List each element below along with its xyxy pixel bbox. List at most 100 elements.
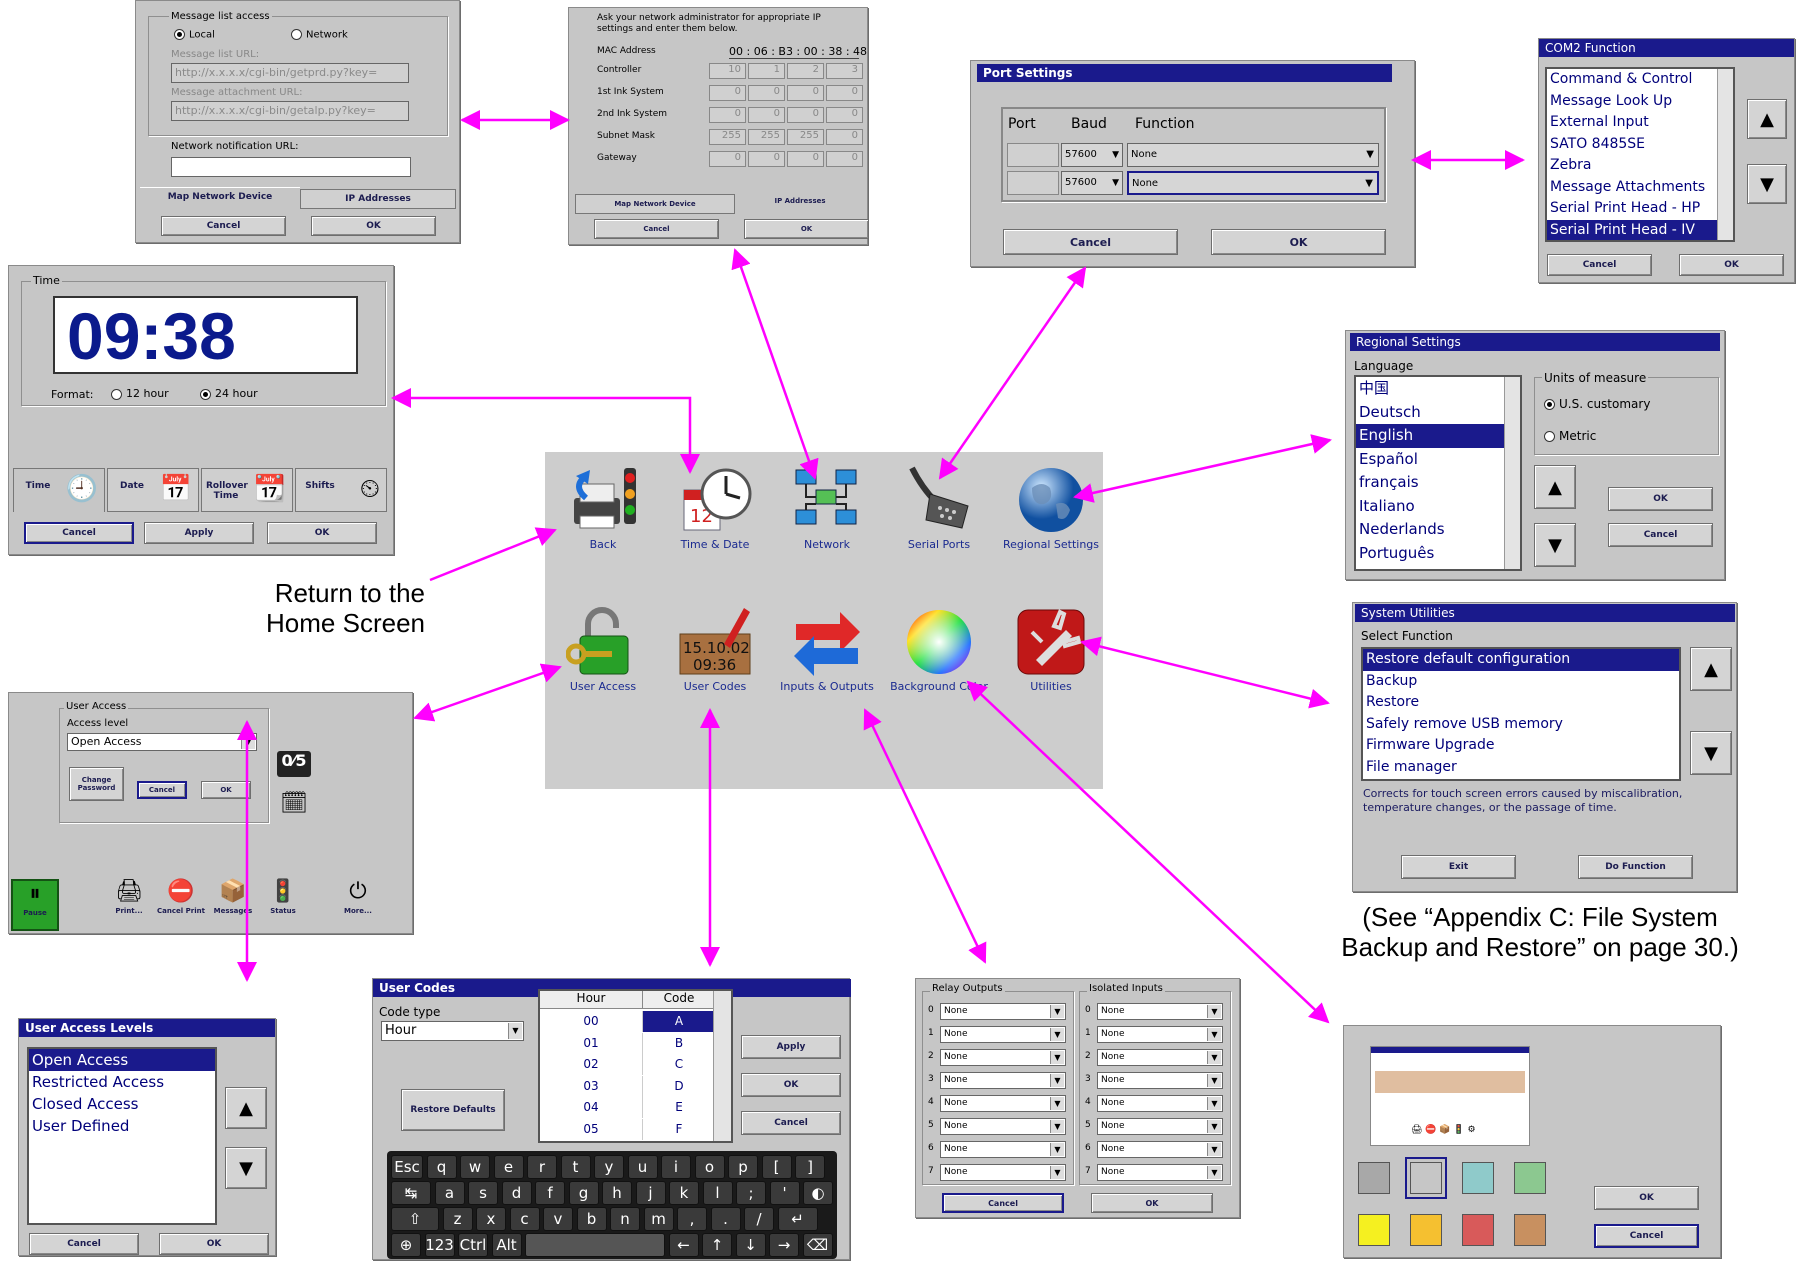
isolated-input-select[interactable]: None ▼ bbox=[1097, 1141, 1223, 1158]
keyboard-key[interactable]: c bbox=[509, 1207, 540, 1231]
list-item[interactable]: Español bbox=[1356, 448, 1520, 472]
color-swatch[interactable] bbox=[1462, 1162, 1494, 1194]
keyboard-key[interactable]: k bbox=[669, 1181, 699, 1205]
list-item[interactable]: Restricted Access bbox=[29, 1071, 215, 1093]
keyboard-key[interactable]: ⊕ bbox=[391, 1233, 421, 1257]
bgcolor-ok-button[interactable]: OK bbox=[1594, 1186, 1699, 1210]
color-swatch[interactable] bbox=[1358, 1214, 1390, 1246]
keyboard-key[interactable]: w bbox=[460, 1155, 490, 1179]
keyboard-key[interactable]: s bbox=[468, 1181, 498, 1205]
code-cell[interactable]: D bbox=[643, 1076, 715, 1097]
list-item[interactable]: Safely remove USB memory bbox=[1363, 714, 1679, 736]
port-cancel-button[interactable]: Cancel bbox=[1003, 229, 1178, 255]
tab-ip-addresses[interactable]: IP Addresses bbox=[300, 189, 456, 209]
relay-output-select[interactable]: None ▼ bbox=[940, 1164, 1066, 1181]
list-item[interactable]: Message Attachments bbox=[1547, 177, 1733, 199]
keyboard-key[interactable]: r bbox=[527, 1155, 557, 1179]
keyboard-key[interactable]: p bbox=[728, 1155, 758, 1179]
tab-map-network-device-ip[interactable]: Map Network Device bbox=[575, 194, 735, 214]
color-swatch[interactable] bbox=[1514, 1162, 1546, 1194]
list-item[interactable]: Command & Control bbox=[1547, 69, 1733, 91]
home-back-button[interactable]: Back bbox=[553, 464, 653, 551]
message-attachment-url-field[interactable]: http://x.x.x.x/cgi-bin/getalp.py?key= bbox=[171, 101, 409, 121]
color-swatch[interactable] bbox=[1410, 1214, 1442, 1246]
list-item[interactable]: Restore default configuration bbox=[1363, 649, 1679, 671]
ip-octet-field[interactable]: 10 bbox=[709, 63, 746, 79]
tab-ip-addresses-ip[interactable]: IP Addresses bbox=[735, 192, 865, 210]
keyboard-key[interactable]: g bbox=[568, 1181, 599, 1205]
list-item[interactable]: Serial Print Head - HP bbox=[1547, 198, 1733, 220]
keyboard-key[interactable]: d bbox=[501, 1181, 532, 1205]
tab-time[interactable]: Time 🕘 bbox=[13, 468, 105, 512]
code-cell[interactable]: B bbox=[643, 1033, 715, 1054]
toolbar-more-button[interactable]: ⏻ More... bbox=[334, 879, 382, 931]
com2-list[interactable]: Command & Control Message Look Up External… bbox=[1545, 67, 1735, 242]
com2-scrollbar[interactable] bbox=[1717, 69, 1733, 240]
regional-ok-button[interactable]: OK bbox=[1608, 487, 1713, 511]
toolbar-print-button[interactable]: 🖨 Print... bbox=[105, 879, 153, 931]
keyboard-key[interactable]: ⌫ bbox=[802, 1233, 833, 1257]
com2-up-button[interactable]: ▲ bbox=[1747, 99, 1787, 139]
toolbar-status-button[interactable]: 🚦 Status bbox=[259, 879, 307, 931]
code-cell[interactable]: C bbox=[643, 1054, 715, 1075]
levels-list[interactable]: Open Access Restricted Access Closed Acces… bbox=[27, 1047, 217, 1225]
local-radio[interactable]: Local bbox=[174, 29, 215, 41]
us-customary-radio[interactable]: U.S. customary bbox=[1544, 397, 1650, 411]
tab-map-network-device[interactable]: Map Network Device bbox=[140, 187, 300, 205]
keyboard-key[interactable] bbox=[525, 1233, 665, 1257]
ip-cancel-button[interactable]: Cancel bbox=[594, 219, 719, 239]
function-select[interactable]: None ▼ bbox=[1127, 143, 1379, 167]
color-swatch[interactable] bbox=[1358, 1162, 1390, 1194]
ip-octet-field[interactable]: 0 bbox=[787, 151, 824, 167]
io-ok-button[interactable]: OK bbox=[1091, 1193, 1213, 1213]
keyboard-key[interactable]: Alt bbox=[491, 1233, 522, 1257]
com2-down-button[interactable]: ▼ bbox=[1747, 164, 1787, 204]
keyboard-key[interactable]: q bbox=[426, 1155, 457, 1179]
home-color-wheel-button[interactable]: Background Color bbox=[889, 606, 989, 693]
keyboard-key[interactable]: ◐ bbox=[803, 1181, 833, 1205]
list-item[interactable]: français bbox=[1356, 471, 1520, 495]
language-list[interactable]: 中国 Deutsch English Español français Italiano N… bbox=[1354, 375, 1522, 571]
isolated-input-select[interactable]: None ▼ bbox=[1097, 1026, 1223, 1043]
list-item[interactable]: Backup bbox=[1363, 671, 1679, 693]
user-codes-cancel-button[interactable]: Cancel bbox=[741, 1111, 841, 1135]
relay-output-select[interactable]: None ▼ bbox=[940, 1118, 1066, 1135]
keyboard-key[interactable]: ] bbox=[795, 1155, 825, 1179]
ip-ok-button[interactable]: OK bbox=[744, 219, 869, 239]
ip-octet-field[interactable]: 0 bbox=[826, 85, 863, 101]
home-network-button[interactable]: Network bbox=[777, 464, 877, 551]
relay-output-select[interactable]: None ▼ bbox=[940, 1003, 1066, 1020]
hour-cell[interactable]: 02 bbox=[540, 1054, 643, 1075]
com2-cancel-button[interactable]: Cancel bbox=[1547, 254, 1652, 276]
codes-scrollbar[interactable] bbox=[713, 991, 731, 1141]
ip-octet-field[interactable]: 255 bbox=[787, 129, 824, 145]
ip-octet-field[interactable]: 2 bbox=[787, 63, 824, 79]
keyboard-key[interactable]: j bbox=[635, 1181, 666, 1205]
home-user-codes-button[interactable]: 15.10.02 09:36 User Codes bbox=[665, 606, 765, 693]
tab-shifts[interactable]: Shifts ⏲ bbox=[295, 468, 387, 512]
time-apply-button[interactable]: Apply bbox=[144, 522, 254, 544]
toolbar-cancel-print-button[interactable]: ⛔ Cancel Print bbox=[157, 879, 205, 931]
levels-down-button[interactable]: ▼ bbox=[225, 1147, 267, 1189]
12-hour-radio[interactable]: 12 hour bbox=[111, 387, 169, 400]
list-item[interactable]: Italiano bbox=[1356, 495, 1520, 519]
user-codes-ok-button[interactable]: OK bbox=[741, 1073, 841, 1097]
ip-octet-field[interactable]: 0 bbox=[826, 129, 863, 145]
hour-cell[interactable]: 00 bbox=[540, 1011, 643, 1032]
keyboard-key[interactable]: t bbox=[560, 1155, 591, 1179]
io-cancel-button[interactable]: Cancel bbox=[942, 1193, 1064, 1213]
home-globe-button[interactable]: Regional Settings bbox=[1001, 464, 1101, 551]
keyboard-key[interactable]: v bbox=[543, 1207, 573, 1231]
message-list-url-field[interactable]: http://x.x.x.x/cgi-bin/getprd.py?key= bbox=[171, 63, 409, 83]
bgcolor-cancel-button[interactable]: Cancel bbox=[1594, 1224, 1699, 1248]
keyboard-key[interactable]: e bbox=[493, 1155, 524, 1179]
keyboard-key[interactable]: x bbox=[476, 1207, 506, 1231]
utilities-list[interactable]: Restore default configuration Backup Resto… bbox=[1361, 647, 1681, 781]
hour-cell[interactable]: 03 bbox=[540, 1075, 643, 1097]
levels-ok-button[interactable]: OK bbox=[159, 1233, 269, 1255]
user-codes-apply-button[interactable]: Apply bbox=[741, 1035, 841, 1059]
keyboard-key[interactable]: Esc bbox=[391, 1155, 423, 1179]
list-item[interactable]: Português bbox=[1356, 542, 1520, 566]
keyboard-key[interactable]: l bbox=[702, 1181, 733, 1205]
relay-output-select[interactable]: None ▼ bbox=[940, 1049, 1066, 1066]
